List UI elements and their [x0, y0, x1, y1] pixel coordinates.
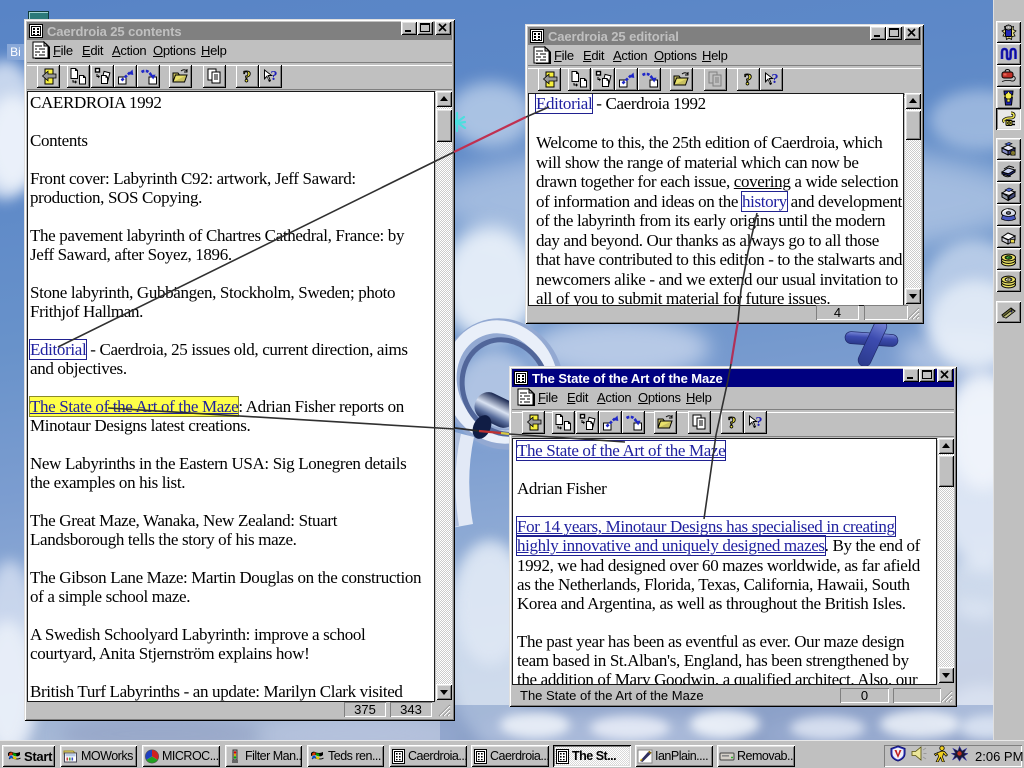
- svg-text:?: ?: [271, 69, 278, 84]
- svg-text:?: ?: [744, 70, 753, 89]
- svg-text:?: ?: [756, 415, 763, 430]
- svg-text:?: ?: [728, 413, 737, 432]
- svg-text:ON: ON: [1006, 256, 1012, 260]
- svg-text:OFF: OFF: [1005, 278, 1011, 282]
- svg-text:?: ?: [772, 72, 779, 87]
- svg-text:?: ?: [243, 67, 252, 86]
